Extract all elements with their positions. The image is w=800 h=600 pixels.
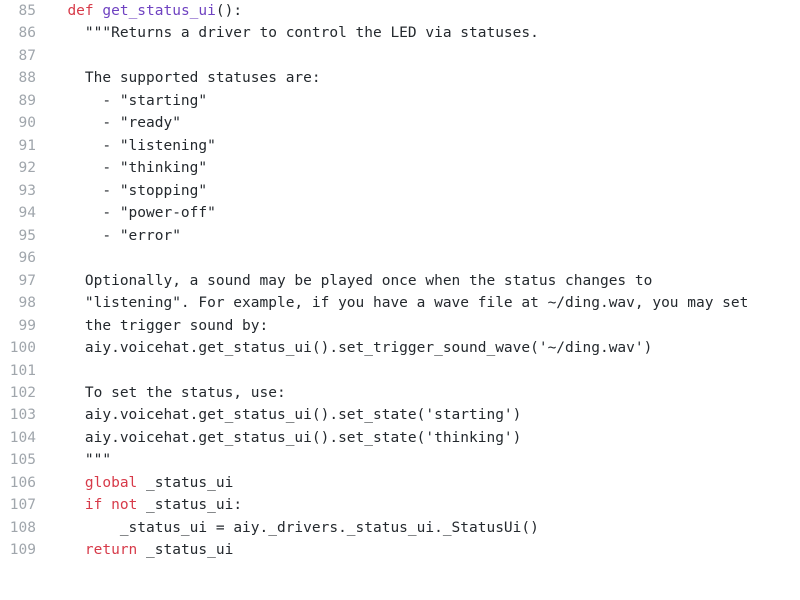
code-line: [50, 247, 790, 269]
line-number: 90: [0, 112, 36, 134]
line-number: 96: [0, 247, 36, 269]
token-plain: _status_ui:: [137, 497, 242, 513]
token-plain: - "listening": [85, 138, 216, 154]
line-number: 86: [0, 22, 36, 44]
line-number: 98: [0, 292, 36, 314]
code-content[interactable]: def get_status_ui(): """Returns a driver …: [50, 0, 800, 562]
token-kw: return: [85, 542, 137, 558]
code-line: """Returns a driver to control the LED v…: [50, 22, 790, 44]
line-number: 108: [0, 517, 36, 539]
line-number: 100: [0, 337, 36, 359]
line-number: 107: [0, 494, 36, 516]
code-line: - "starting": [50, 90, 790, 112]
line-number: 99: [0, 315, 36, 337]
line-number: 104: [0, 427, 36, 449]
code-line: aiy.voicehat.get_status_ui().set_state('…: [50, 427, 790, 449]
code-line: - "error": [50, 225, 790, 247]
line-number: 93: [0, 180, 36, 202]
code-line: the trigger sound by:: [50, 315, 790, 337]
line-number: 92: [0, 157, 36, 179]
line-number: 101: [0, 360, 36, 382]
code-line: aiy.voicehat.get_status_ui().set_state('…: [50, 404, 790, 426]
code-line: "listening". For example, if you have a …: [50, 292, 790, 314]
code-line: aiy.voicehat.get_status_ui().set_trigger…: [50, 337, 790, 359]
token-plain: - "starting": [85, 93, 207, 109]
line-number: 106: [0, 472, 36, 494]
code-line: """: [50, 449, 790, 471]
line-number: 88: [0, 67, 36, 89]
line-number: 97: [0, 270, 36, 292]
token-plain: _status_ui: [137, 542, 233, 558]
token-plain: - "stopping": [85, 183, 207, 199]
code-viewer: 8586878889909192939495969798991001011021…: [0, 0, 800, 562]
code-line: _status_ui = aiy._drivers._status_ui._St…: [50, 517, 790, 539]
token-plain: aiy.voicehat.get_status_ui().set_trigger…: [85, 340, 652, 356]
token-plain: """: [85, 452, 111, 468]
line-number: 109: [0, 539, 36, 561]
token-plain: _status_ui: [137, 475, 233, 491]
token-plain: ():: [216, 3, 242, 19]
code-line: - "power-off": [50, 202, 790, 224]
line-number: 85: [0, 0, 36, 22]
line-number: 94: [0, 202, 36, 224]
line-number-gutter: 8586878889909192939495969798991001011021…: [0, 0, 50, 562]
token-plain: - "thinking": [85, 160, 207, 176]
token-kw: def: [67, 3, 102, 19]
line-number: 103: [0, 404, 36, 426]
code-line: def get_status_ui():: [50, 0, 790, 22]
token-fn: get_status_ui: [102, 3, 216, 19]
code-line: Optionally, a sound may be played once w…: [50, 270, 790, 292]
token-plain: The supported statuses are:: [85, 70, 321, 86]
code-line: The supported statuses are:: [50, 67, 790, 89]
token-plain: Optionally, a sound may be played once w…: [85, 273, 652, 289]
token-plain: - "error": [85, 228, 181, 244]
token-plain: "listening". For example, if you have a …: [85, 295, 748, 311]
token-plain: aiy.voicehat.get_status_ui().set_state('…: [85, 407, 522, 423]
token-plain: [102, 497, 111, 513]
code-line: - "ready": [50, 112, 790, 134]
token-plain: aiy.voicehat.get_status_ui().set_state('…: [85, 430, 522, 446]
code-line: [50, 45, 790, 67]
code-line: global _status_ui: [50, 472, 790, 494]
token-plain: """Returns a driver to control the LED v…: [85, 25, 539, 41]
line-number: 91: [0, 135, 36, 157]
code-line: - "thinking": [50, 157, 790, 179]
token-plain: the trigger sound by:: [85, 318, 268, 334]
line-number: 102: [0, 382, 36, 404]
token-plain: _status_ui = aiy._drivers._status_ui._St…: [120, 520, 539, 536]
token-plain: - "power-off": [85, 205, 216, 221]
token-kw: not: [111, 497, 137, 513]
token-plain: - "ready": [85, 115, 181, 131]
code-line: - "listening": [50, 135, 790, 157]
line-number: 95: [0, 225, 36, 247]
line-number: 87: [0, 45, 36, 67]
token-kw: if: [85, 497, 102, 513]
token-kw: global: [85, 475, 137, 491]
line-number: 105: [0, 449, 36, 471]
code-line: if not _status_ui:: [50, 494, 790, 516]
line-number: 89: [0, 90, 36, 112]
token-plain: To set the status, use:: [85, 385, 286, 401]
code-line: return _status_ui: [50, 539, 790, 561]
code-line: - "stopping": [50, 180, 790, 202]
code-line: [50, 360, 790, 382]
code-line: To set the status, use:: [50, 382, 790, 404]
